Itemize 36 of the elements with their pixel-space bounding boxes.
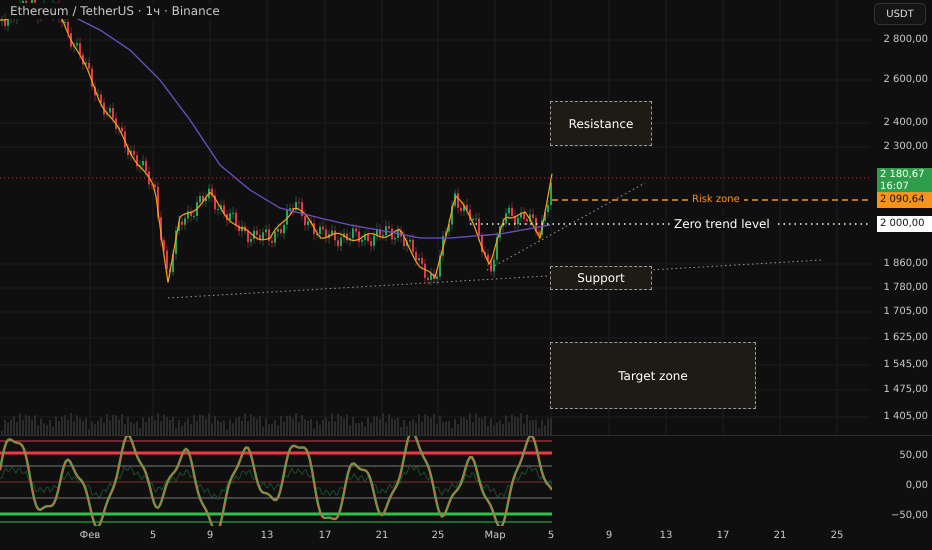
time-tick: 5 (150, 530, 156, 541)
level-price-tag: 2 000,00 (877, 216, 932, 232)
zone-box: Target zone (550, 342, 756, 409)
level-price-tag: 2 090,64 (877, 192, 932, 208)
time-tick: 9 (206, 530, 214, 541)
currency-button[interactable]: USDT (874, 3, 926, 25)
countdown-timer: 16:07 (880, 181, 910, 193)
price-tick: 1 860,00 (883, 257, 928, 271)
price-tick: 2 300,00 (883, 140, 928, 154)
last-price: 2 180,67 (880, 169, 926, 181)
price-tick: 2 600,00 (883, 73, 928, 87)
price-tick: 1 545,00 (883, 358, 928, 372)
time-tick: 5 (548, 530, 554, 541)
zone-box: Resistance (550, 101, 652, 146)
time-tick: 13 (660, 530, 672, 541)
time-tick: 21 (774, 530, 786, 541)
price-tick: 1 780,00 (883, 281, 928, 295)
time-tick: 25 (432, 530, 444, 541)
price-tick: 2 400,00 (883, 116, 928, 130)
time-tick: 25 (830, 530, 844, 541)
price-tick: 1 625,00 (883, 331, 928, 345)
price-tick: 1 705,00 (883, 305, 928, 319)
time-tick: Фев (80, 530, 100, 541)
time-tick: 13 (260, 530, 274, 541)
zone-box: Support (550, 266, 652, 290)
time-tick: 17 (318, 530, 332, 541)
time-tick: 21 (376, 530, 388, 541)
time-tick: 17 (716, 530, 730, 541)
oscillator-tick: 50,00 (899, 449, 928, 463)
price-tick: 1 405,00 (883, 410, 928, 424)
time-tick: 9 (606, 530, 612, 541)
price-tick: 1 475,00 (883, 383, 928, 397)
oscillator-tick: −50,00 (890, 509, 928, 523)
oscillator-tick: 0,00 (906, 479, 928, 493)
time-tick: Мар (484, 530, 506, 541)
price-tick: 2 800,00 (883, 33, 928, 47)
